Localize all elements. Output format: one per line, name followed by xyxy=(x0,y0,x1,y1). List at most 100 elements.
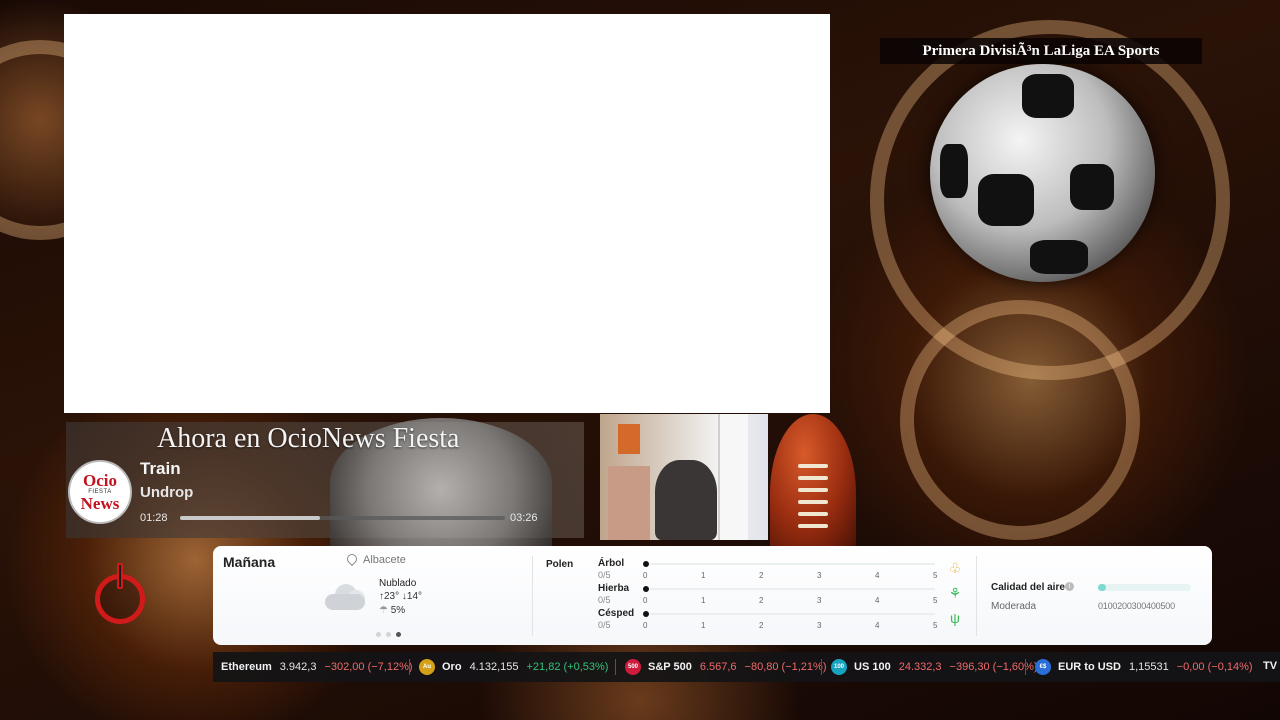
power-button[interactable] xyxy=(95,563,145,624)
track-artist: Undrop xyxy=(140,484,194,501)
divider xyxy=(976,556,977,636)
temp-high: ↑23° xyxy=(379,591,400,602)
info-icon[interactable]: i xyxy=(1065,582,1074,591)
webcam-person xyxy=(655,460,717,540)
pollen-value: 0/5 xyxy=(598,620,611,630)
webcam-door xyxy=(718,414,748,540)
track-progress-bar[interactable] xyxy=(180,516,505,520)
ticker-item[interactable]: Au Oro 4.132,155 +21,82 (+0,53%) xyxy=(419,652,608,682)
pollen-title: Polen xyxy=(546,559,574,570)
pollen-type: Césped xyxy=(598,608,635,619)
track-progress-fill xyxy=(180,516,320,520)
logo-text: Ocio xyxy=(83,471,117,490)
pollen-row: Árbol 0/5 0 1 2 3 4 5 ♧ xyxy=(598,558,968,582)
pollen-row: Césped 0/5 0 1 2 3 4 5 ψ xyxy=(598,608,968,632)
ticker-item[interactable]: €$ EUR to USD 1,15531 −0,00 (−0,14%) xyxy=(1035,652,1253,682)
ticker-item[interactable]: 100 US 100 24.332,3 −396,30 (−1,60%) xyxy=(831,652,1038,682)
pollen-value: 0/5 xyxy=(598,595,611,605)
ticker-price: 4.132,155 xyxy=(469,661,519,673)
american-football-image xyxy=(770,414,856,546)
ticker-name: S&P 500 xyxy=(648,661,692,673)
ticker-separator xyxy=(615,659,616,675)
pollen-level-marker xyxy=(643,561,649,567)
temp-low: ↓14° xyxy=(401,591,423,602)
ticker-item[interactable]: Ethereum 3.942,3 −302,00 (−7,12%) xyxy=(221,652,413,682)
pollen-type: Árbol xyxy=(598,558,625,569)
pollen-tick-label: 4 xyxy=(875,571,880,580)
pollen-value: 0/5 xyxy=(598,570,611,580)
ticker-name: US 100 xyxy=(854,661,891,673)
pollen-level-marker xyxy=(643,586,649,592)
video-player-area[interactable] xyxy=(64,14,830,413)
pollen-tick-label: 3 xyxy=(817,571,822,580)
asset-icon: 100 xyxy=(831,659,847,675)
pollen-tick-label: 3 xyxy=(817,596,822,605)
ticker-name: Oro xyxy=(442,661,462,673)
ticker-item[interactable]: 500 S&P 500 6.567,6 −80,80 (−1,21%) xyxy=(625,652,826,682)
market-ticker: TV Ethereum 3.942,3 −302,00 (−7,12%) Au Oro 4… xyxy=(213,652,1280,682)
time-total: 03:26 xyxy=(510,512,538,524)
pollen-tick-label: 4 xyxy=(875,596,880,605)
pollen-tick-label: 5 xyxy=(933,571,938,580)
tradingview-logo[interactable]: TV xyxy=(1263,660,1277,672)
pollen-scale-line xyxy=(650,563,935,565)
ticker-change: −80,80 (−1,21%) xyxy=(744,661,827,673)
weather-widget: Mañana Albacete Nublado ↑23° ↓14° ☂ 5% P… xyxy=(213,546,1212,645)
ocionews-logo: Ocio FIESTA News xyxy=(68,460,132,524)
background-ring xyxy=(900,300,1140,540)
ticker-separator xyxy=(409,659,410,675)
ticker-change: −302,00 (−7,12%) xyxy=(324,661,413,673)
ticker-name: Ethereum xyxy=(221,661,272,673)
ticker-price: 6.567,6 xyxy=(699,661,737,673)
pollen-tick-label: 1 xyxy=(701,596,706,605)
ticker-change: −0,00 (−0,14%) xyxy=(1176,661,1253,673)
pollen-scale-line xyxy=(650,613,935,615)
soccer-ball-image xyxy=(930,64,1155,282)
asset-icon: Au xyxy=(419,659,435,675)
weather-temperatures: ↑23° ↓14° xyxy=(379,591,422,602)
pollen-tick-label: 5 xyxy=(933,621,938,630)
divider xyxy=(532,556,533,636)
pollen-tick-label: 1 xyxy=(701,621,706,630)
air-quality-scale: 0100200300400500 xyxy=(1098,601,1175,611)
tree-icon: ♧ xyxy=(948,560,962,576)
pollen-tick-label: 2 xyxy=(759,571,764,580)
ticker-separator xyxy=(821,659,822,675)
pollen-level-marker xyxy=(643,611,649,617)
rain-chance-value: 5% xyxy=(390,605,406,616)
grass-icon: ψ xyxy=(950,610,960,626)
asset-icon: 500 xyxy=(625,659,641,675)
pollen-tick-label: 5 xyxy=(933,596,938,605)
weather-location[interactable]: Albacete xyxy=(363,554,406,566)
track-title: Train xyxy=(140,459,181,478)
air-quality-level: Moderada xyxy=(991,601,1037,612)
webcam-shelf xyxy=(618,424,640,454)
air-quality-indicator xyxy=(1098,584,1106,591)
pollen-tick-label: 2 xyxy=(759,596,764,605)
weed-icon: ⚘ xyxy=(948,585,962,601)
league-banner: Primera DivisiÃ³n LaLiga EA Sports xyxy=(880,38,1202,64)
pollen-tick-label: 0 xyxy=(643,571,648,580)
pollen-row: Hierba 0/5 0 1 2 3 4 5 ⚘ xyxy=(598,583,968,607)
pollen-tick-label: 2 xyxy=(759,621,764,630)
carousel-dot[interactable] xyxy=(386,632,391,637)
pollen-tick-label: 4 xyxy=(875,621,880,630)
pollen-tick-label: 0 xyxy=(643,596,648,605)
rain-chance: ☂ 5% xyxy=(379,605,405,616)
ticker-name: EUR to USD xyxy=(1058,661,1121,673)
location-pin-icon xyxy=(344,551,360,567)
asset-icon: €$ xyxy=(1035,659,1051,675)
pollen-scale-line xyxy=(650,588,935,590)
ticker-change: +21,82 (+0,53%) xyxy=(526,661,609,673)
logo-text: News xyxy=(80,494,120,513)
carousel-dot[interactable] xyxy=(376,632,381,637)
cloud-icon xyxy=(321,580,369,612)
pollen-tick-label: 3 xyxy=(817,621,822,630)
ticker-price: 24.332,3 xyxy=(898,661,942,673)
air-quality-bar xyxy=(1098,584,1191,591)
umbrella-icon: ☂ xyxy=(379,605,388,616)
carousel-dots[interactable] xyxy=(376,632,401,637)
power-icon xyxy=(117,563,123,589)
forecast-day: Mañana xyxy=(223,554,276,570)
carousel-dot[interactable] xyxy=(396,632,401,637)
